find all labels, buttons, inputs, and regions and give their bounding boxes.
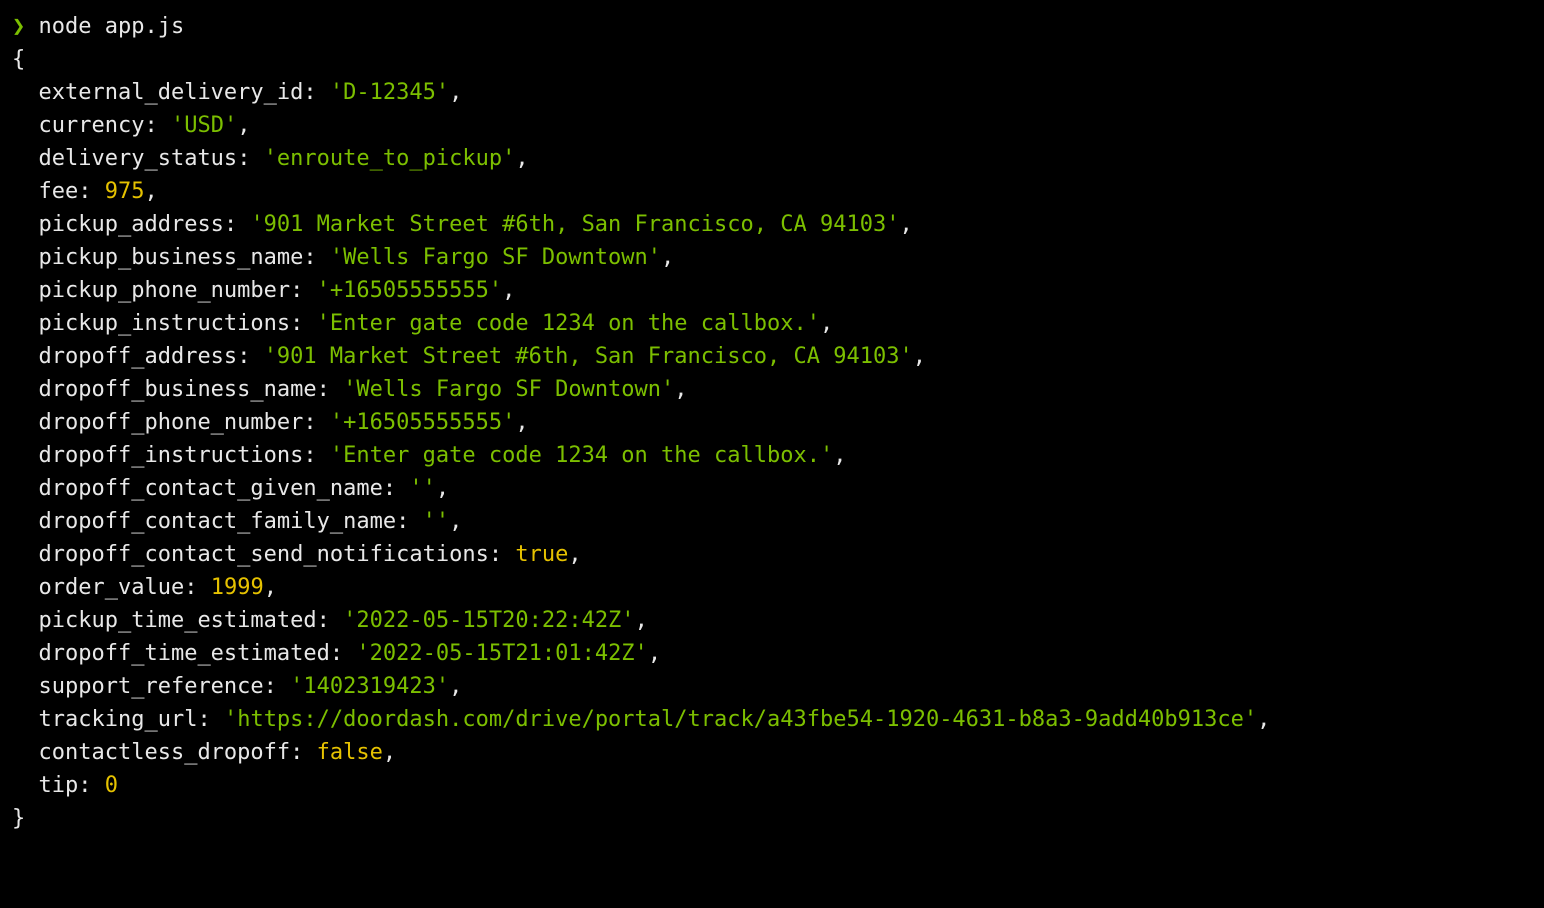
object-key: order_value [39,575,185,600]
object-key: tip [39,773,79,798]
object-key: pickup_time_estimated [39,608,317,633]
output-line: dropoff_address: '901 Market Street #6th… [12,340,1532,373]
output-line: contactless_dropoff: false, [12,736,1532,769]
object-key: dropoff_address [39,344,238,369]
object-value: 'https://doordash.com/drive/portal/track… [224,707,1257,732]
object-value: '+16505555555' [330,410,515,435]
object-value: 'D-12345' [330,80,449,105]
output-line: dropoff_contact_family_name: '', [12,505,1532,538]
output-line: dropoff_business_name: 'Wells Fargo SF D… [12,373,1532,406]
output-line: pickup_instructions: 'Enter gate code 12… [12,307,1532,340]
object-value: '' [409,476,436,501]
close-brace: } [12,806,25,831]
prompt-line: ❯ node app.js [12,10,1532,43]
object-value: '901 Market Street #6th, San Francisco, … [264,344,913,369]
object-key: tracking_url [39,707,198,732]
object-value: '2022-05-15T20:22:42Z' [343,608,634,633]
object-key: contactless_dropoff [39,740,291,765]
output-line: external_delivery_id: 'D-12345', [12,76,1532,109]
object-value: 0 [105,773,118,798]
output-line: pickup_business_name: 'Wells Fargo SF Do… [12,241,1532,274]
object-key: currency [39,113,145,138]
object-key: dropoff_instructions [39,443,304,468]
object-value: '+16505555555' [317,278,502,303]
command-text: node app.js [25,14,184,39]
object-value: 'Wells Fargo SF Downtown' [343,377,674,402]
output-line: dropoff_instructions: 'Enter gate code 1… [12,439,1532,472]
object-value: 1999 [211,575,264,600]
object-key: dropoff_time_estimated [39,641,330,666]
object-key: fee [39,179,79,204]
output-line: dropoff_contact_given_name: '', [12,472,1532,505]
open-brace: { [12,47,25,72]
object-key: dropoff_contact_given_name [39,476,383,501]
object-key: pickup_business_name [39,245,304,270]
object-key: delivery_status [39,146,238,171]
object-key: pickup_phone_number [39,278,291,303]
output-line: pickup_time_estimated: '2022-05-15T20:22… [12,604,1532,637]
object-key: external_delivery_id [39,80,304,105]
object-value: 'enroute_to_pickup' [264,146,516,171]
output-line: order_value: 1999, [12,571,1532,604]
object-value: '' [423,509,450,534]
output-line: tip: 0 [12,769,1532,802]
object-key: dropoff_business_name [39,377,317,402]
output-line: dropoff_contact_send_notifications: true… [12,538,1532,571]
object-value: 'Wells Fargo SF Downtown' [330,245,661,270]
output-line: { [12,43,1532,76]
object-key: pickup_address [39,212,224,237]
output-line: support_reference: '1402319423', [12,670,1532,703]
object-value: 'Enter gate code 1234 on the callbox.' [317,311,820,336]
terminal-output: ❯ node app.js{ external_delivery_id: 'D-… [12,10,1532,835]
object-key: dropoff_contact_family_name [39,509,397,534]
output-line: tracking_url: 'https://doordash.com/driv… [12,703,1532,736]
output-line: currency: 'USD', [12,109,1532,142]
prompt-symbol: ❯ [12,14,25,39]
output-line: fee: 975, [12,175,1532,208]
output-line: dropoff_phone_number: '+16505555555', [12,406,1532,439]
object-value: true [515,542,568,567]
object-value: '901 Market Street #6th, San Francisco, … [250,212,899,237]
object-key: pickup_instructions [39,311,291,336]
object-key: dropoff_contact_send_notifications [39,542,489,567]
object-value: 'Enter gate code 1234 on the callbox.' [330,443,833,468]
object-key: dropoff_phone_number [39,410,304,435]
object-value: 975 [105,179,145,204]
output-line: pickup_address: '901 Market Street #6th,… [12,208,1532,241]
output-line: pickup_phone_number: '+16505555555', [12,274,1532,307]
object-value: '2022-05-15T21:01:42Z' [356,641,647,666]
object-key: support_reference [39,674,264,699]
output-line: } [12,802,1532,835]
object-value: 'USD' [171,113,237,138]
object-value: '1402319423' [290,674,449,699]
output-line: delivery_status: 'enroute_to_pickup', [12,142,1532,175]
object-value: false [317,740,383,765]
output-line: dropoff_time_estimated: '2022-05-15T21:0… [12,637,1532,670]
